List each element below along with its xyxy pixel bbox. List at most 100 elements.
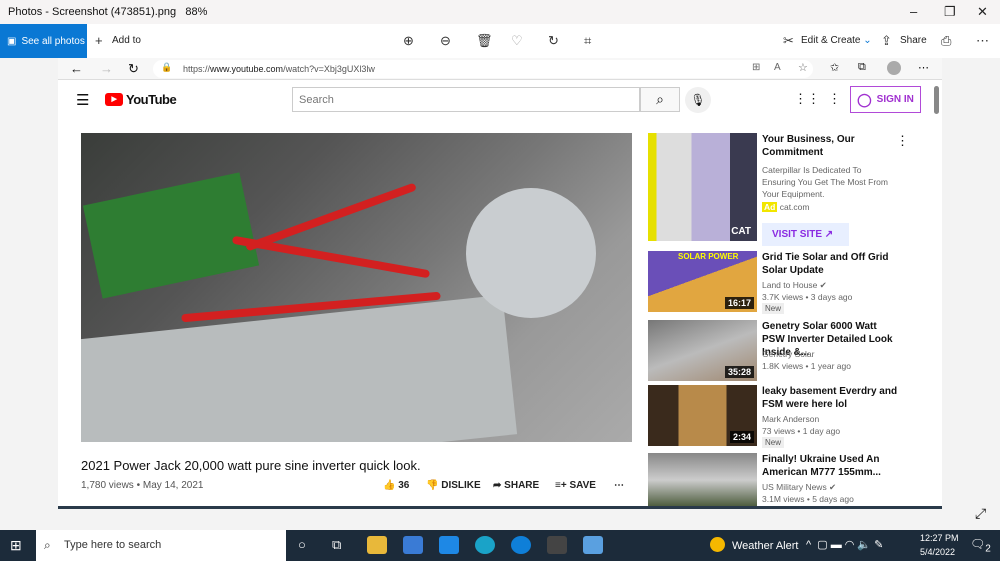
video-frame-plate [81, 294, 518, 442]
photos-icon[interactable] [583, 536, 603, 554]
search-icon: ⌕ [44, 538, 51, 552]
user-icon: ◯ [857, 91, 872, 107]
taskbar: ⊞ Type here to search ⌕ ○ ⧉ Weather Aler… [0, 530, 1000, 561]
menu-icon[interactable]: ☰ [76, 91, 89, 109]
new-badge: New [762, 437, 785, 448]
address-bar-row: ← → ↻ https://www.youtube.com/watch?v=Xb… [58, 58, 942, 80]
youtube-header: ☰ ▶ YouTube Search ⌕ 🎙 ⋮⋮ ⋮ ◯ SIGN IN [58, 84, 934, 118]
ad-menu-icon[interactable]: ⋮ [896, 133, 909, 149]
lock-icon: 🔒 [161, 62, 173, 72]
apps-grid-icon[interactable]: ⋮⋮ [794, 91, 820, 107]
clock-time[interactable]: 12:27 PM [920, 533, 959, 543]
dislike-button[interactable]: 👎 DISLIKE [426, 480, 481, 491]
app-icon[interactable] [547, 536, 567, 554]
more-icon[interactable]: ⋯ [976, 33, 989, 49]
forward-icon[interactable]: → [100, 61, 113, 76]
share-button[interactable]: ➦ SHARE [493, 480, 539, 491]
video-title: Finally! Ukraine Used An American M777 1… [762, 454, 881, 478]
rotate-icon[interactable]: ↻ [548, 33, 559, 49]
video-frame-disk [466, 188, 596, 318]
collections-icon[interactable]: ⧉ [858, 61, 866, 74]
like-button[interactable]: 👍 36 [383, 480, 409, 491]
profile-avatar[interactable] [887, 61, 901, 75]
close-button[interactable]: ✕ [977, 4, 988, 20]
sign-in-button[interactable]: ◯ SIGN IN [850, 86, 921, 113]
refresh-icon[interactable]: ↻ [128, 61, 139, 77]
share-icon[interactable]: ⇪ [881, 33, 892, 49]
add-icon[interactable]: + [95, 33, 103, 48]
edit-create-button[interactable]: Edit & Create ⌄ [801, 35, 872, 46]
notifications-icon[interactable]: 🗨2 [970, 537, 991, 554]
video-title: leaky basement Everdry and FSM were here… [762, 386, 898, 410]
related-video[interactable]: 35:28 Genetry Solar 6000 Watt PSW Invert… [648, 320, 923, 382]
fullscreen-icon[interactable]: ⤢ [975, 505, 986, 522]
search-icon: ⌕ [656, 91, 664, 107]
browser-menu-icon[interactable]: ⋯ [918, 61, 929, 74]
favorite-icon[interactable]: ♡ [511, 33, 523, 49]
minimize-button[interactable]: – [910, 4, 917, 19]
search-button[interactable]: ⌕ [640, 87, 680, 112]
start-icon[interactable]: ⊞ [10, 537, 22, 554]
file-explorer-icon[interactable] [367, 536, 387, 554]
clock-date[interactable]: 5/4/2022 [920, 547, 955, 557]
add-to-button[interactable]: Add to [112, 35, 141, 46]
read-aloud-icon[interactable]: A [774, 62, 781, 73]
delete-icon[interactable]: 🗑 [476, 33, 493, 49]
youtube-logo[interactable]: ▶ YouTube [105, 92, 177, 107]
more-actions-icon[interactable]: ⋯ [614, 480, 624, 491]
video-meta: 3.7K views • 3 days ago [762, 292, 853, 302]
settings-more-icon[interactable]: ⋮ [828, 91, 841, 107]
voice-search-button[interactable]: 🎙 [685, 87, 711, 113]
video-frame-wire [245, 182, 417, 252]
browser-window: ← → ↻ https://www.youtube.com/watch?v=Xb… [58, 58, 942, 508]
video-thumbnail [648, 453, 757, 507]
mail-icon[interactable] [439, 536, 459, 554]
photos-titlebar: Photos - Screenshot (473851).png 88% – ❐… [0, 0, 1000, 24]
zoom-out-icon[interactable]: ⊖ [440, 33, 451, 49]
video-frame-circuit-board [82, 172, 260, 299]
crop-icon[interactable]: ⌗ [584, 33, 591, 49]
edge-icon[interactable] [511, 536, 531, 554]
visit-site-button[interactable]: VISIT SITE ↗ [762, 223, 849, 246]
back-icon[interactable]: ← [70, 61, 83, 76]
save-button[interactable]: ≡+ SAVE [555, 480, 596, 491]
related-video[interactable]: SOLAR POWER 16:17 Grid Tie Solar and Off … [648, 251, 923, 314]
video-player[interactable] [81, 133, 632, 442]
print-icon[interactable]: ⎙ [941, 33, 951, 49]
zoom-in-icon[interactable]: ⊕ [403, 33, 414, 49]
ad-brand-logo: CAT [731, 226, 751, 237]
related-video[interactable]: Finally! Ukraine Used An American M777 1… [648, 453, 923, 508]
video-thumbnail: 35:28 [648, 320, 757, 381]
ad-title: Your Business, Our Commitment [762, 134, 855, 158]
video-frame-wire [231, 235, 431, 279]
apps-icon[interactable]: ⊞ [752, 62, 760, 73]
store-icon[interactable] [403, 536, 423, 554]
edit-icon[interactable]: ✂ [783, 33, 794, 49]
video-meta: 1.8K views • 1 year ago [762, 361, 851, 371]
url-input[interactable]: https://www.youtube.com/watch?v=Xbj3gUXl… [153, 60, 813, 78]
video-meta: 73 views • 1 day ago [762, 426, 841, 436]
video-title: Grid Tie Solar and Off Grid Solar Update [762, 252, 889, 276]
video-thumbnail: SOLAR POWER 16:17 [648, 251, 757, 312]
channel-name: Mark Anderson [762, 414, 820, 424]
add-favorite-icon[interactable]: ☆ [798, 61, 808, 74]
related-video[interactable]: 2:34 leaky basement Everdry and FSM were… [648, 385, 923, 448]
weather-alert[interactable]: Weather Alert [732, 540, 798, 552]
search-input[interactable]: Search [292, 87, 640, 112]
edge-icon[interactable] [475, 536, 495, 554]
mic-icon: 🎙 [690, 93, 706, 107]
tray-icons[interactable]: ^ ▢ ▬ ◠ 🔈 ✎ [806, 538, 883, 551]
window-title: Photos - Screenshot (473851).png 88% [8, 6, 208, 18]
task-view-icon[interactable]: ⧉ [332, 537, 341, 553]
ad-card[interactable]: CAT Your Business, Our Commitment Caterp… [648, 133, 923, 246]
taskbar-search[interactable]: Type here to search [36, 530, 286, 561]
see-all-photos-button[interactable]: ▣ See all photos [0, 24, 87, 58]
browser-bottom-edge [58, 506, 942, 509]
ad-thumbnail[interactable]: CAT [648, 133, 757, 241]
maximize-button[interactable]: ❐ [944, 4, 956, 20]
scrollbar[interactable] [934, 86, 939, 114]
cortana-icon[interactable]: ○ [298, 537, 306, 552]
share-button[interactable]: Share [900, 35, 927, 46]
favorites-icon[interactable]: ✩ [830, 61, 839, 74]
see-all-label: See all photos [21, 35, 85, 47]
